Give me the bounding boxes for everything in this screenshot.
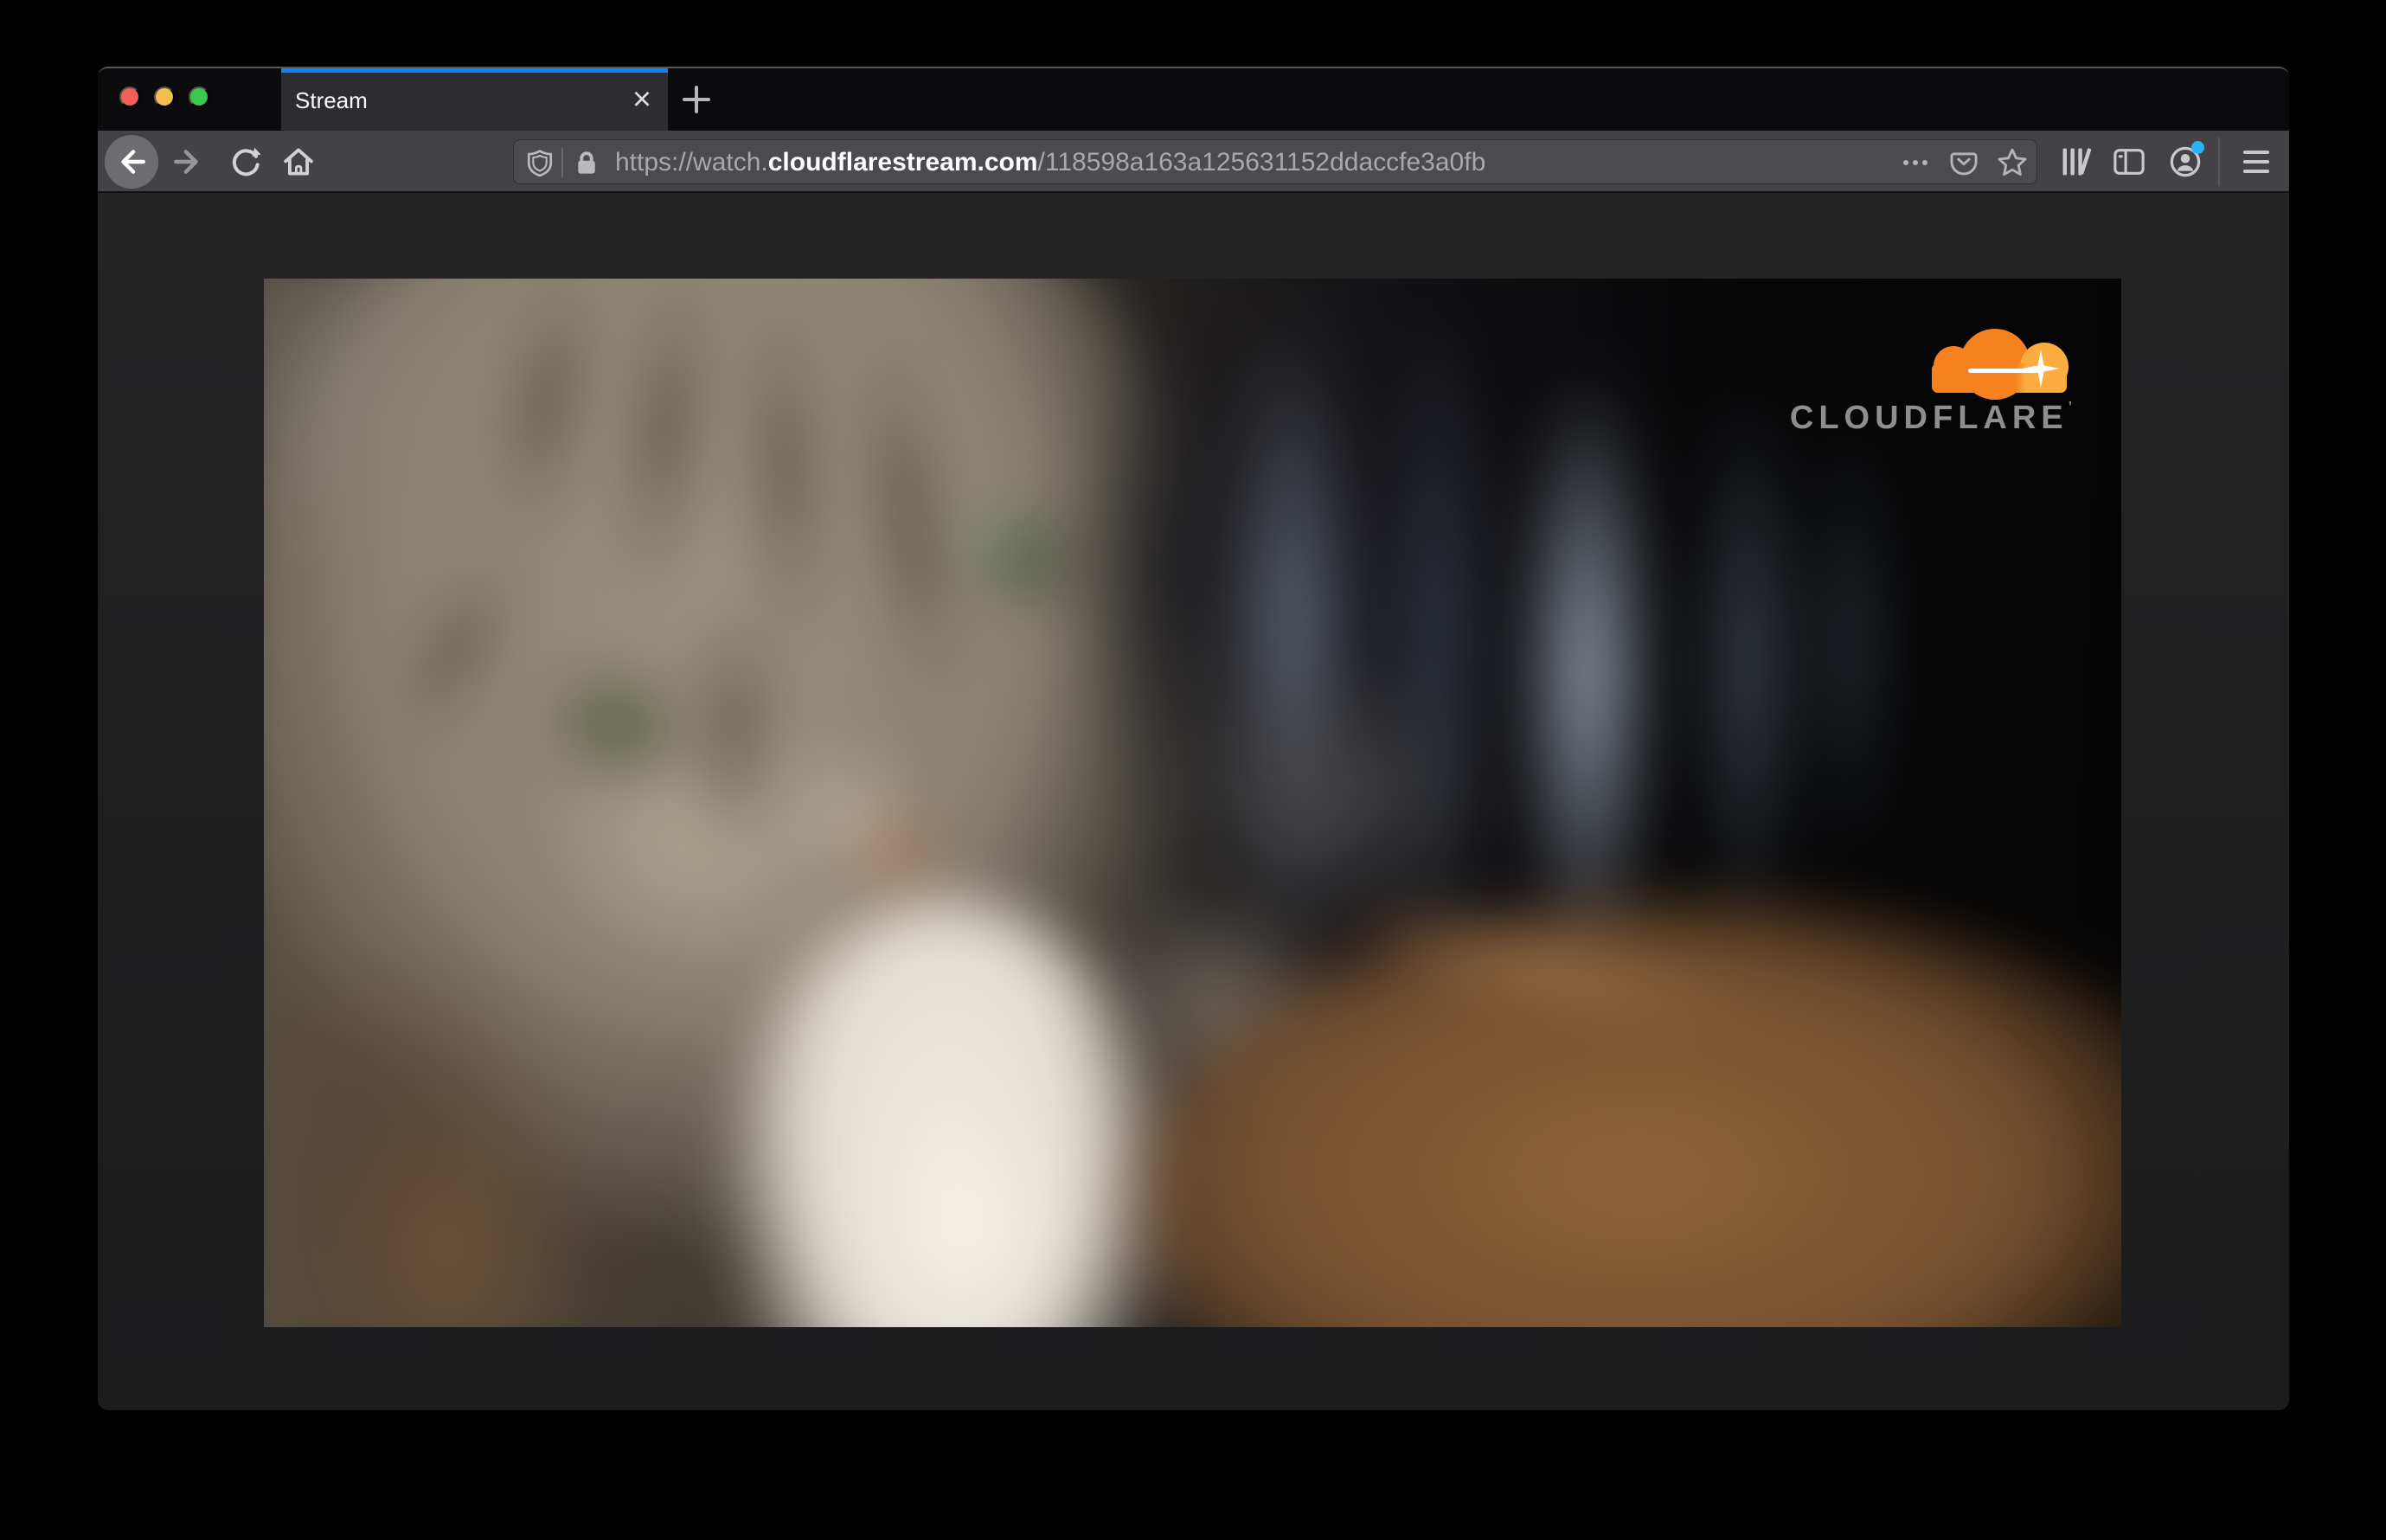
navigation-toolbar: https://watch.cloudflarestream.com/11859… — [98, 131, 2289, 193]
cloudflare-wordmark: CLOUDFLARE’ — [1784, 400, 2078, 437]
video-player[interactable]: CLOUDFLARE’ — [264, 279, 2121, 1327]
lock-icon[interactable] — [573, 149, 600, 176]
refresh-icon — [232, 147, 260, 176]
urlbar-divider — [561, 148, 563, 177]
url-path: /118598a163a125631152ddaccfe3a0fb — [1037, 148, 1486, 176]
url-prefix: https://watch. — [615, 148, 768, 176]
tab-close-icon[interactable]: × — [623, 80, 661, 119]
home-button[interactable] — [278, 141, 319, 183]
desktop: Stream × https://watch.cloudflarestream.… — [0, 0, 2386, 1540]
pocket-icon — [1950, 152, 1978, 176]
back-button[interactable] — [105, 135, 158, 189]
toolbar-divider — [2218, 138, 2220, 186]
new-tab-button[interactable] — [676, 80, 717, 119]
url-bar[interactable]: https://watch.cloudflarestream.com/11859… — [513, 139, 2037, 184]
home-icon — [284, 148, 313, 176]
library-icon — [2062, 148, 2092, 176]
window-minimize-button[interactable] — [154, 87, 175, 107]
cloudflare-logo-text: CLOUDFLARE — [1789, 400, 2069, 436]
forward-icon — [174, 150, 198, 174]
hamburger-menu-icon — [2243, 160, 2269, 164]
forward-button[interactable] — [167, 141, 208, 183]
url-domain: cloudflarestream.com — [767, 148, 1038, 176]
tracking-protection-shield-icon[interactable] — [525, 148, 555, 177]
video-blur-shape — [865, 824, 917, 867]
window-zoom-button[interactable] — [189, 87, 209, 107]
bookmark-star-button[interactable] — [1993, 144, 2031, 182]
url-text[interactable]: https://watch.cloudflarestream.com/11859… — [615, 140, 1485, 183]
page-actions-icon — [1903, 160, 1908, 165]
bookmark-star-icon — [1998, 148, 2027, 176]
account-button[interactable] — [2165, 141, 2206, 183]
refresh-button[interactable] — [224, 141, 266, 183]
browser-window: Stream × https://watch.cloudflarestream.… — [98, 67, 2289, 1410]
page-actions-icon — [1922, 160, 1927, 165]
cloudflare-cloud-icon — [1932, 329, 2069, 400]
tab-title: Stream — [295, 87, 368, 113]
page-actions-button[interactable] — [1896, 144, 1934, 182]
tab-stream[interactable]: Stream × — [281, 68, 668, 131]
menu-button[interactable] — [2235, 141, 2277, 183]
trademark-mark: ’ — [2068, 400, 2073, 414]
hamburger-menu-icon — [2243, 170, 2269, 173]
tab-bar: Stream × — [98, 68, 2289, 131]
sidebar-icon — [2113, 149, 2145, 175]
sidebar-button[interactable] — [2108, 141, 2150, 183]
plus-icon — [695, 86, 698, 113]
page-content: CLOUDFLARE’ — [98, 193, 2289, 1410]
page-actions-icon — [1913, 160, 1918, 165]
library-button[interactable] — [2055, 141, 2096, 183]
window-close-button[interactable] — [119, 87, 140, 107]
back-icon — [121, 150, 145, 174]
hamburger-menu-icon — [2243, 151, 2269, 154]
pocket-save-button[interactable] — [1945, 144, 1983, 182]
account-notification-dot — [2191, 141, 2204, 154]
